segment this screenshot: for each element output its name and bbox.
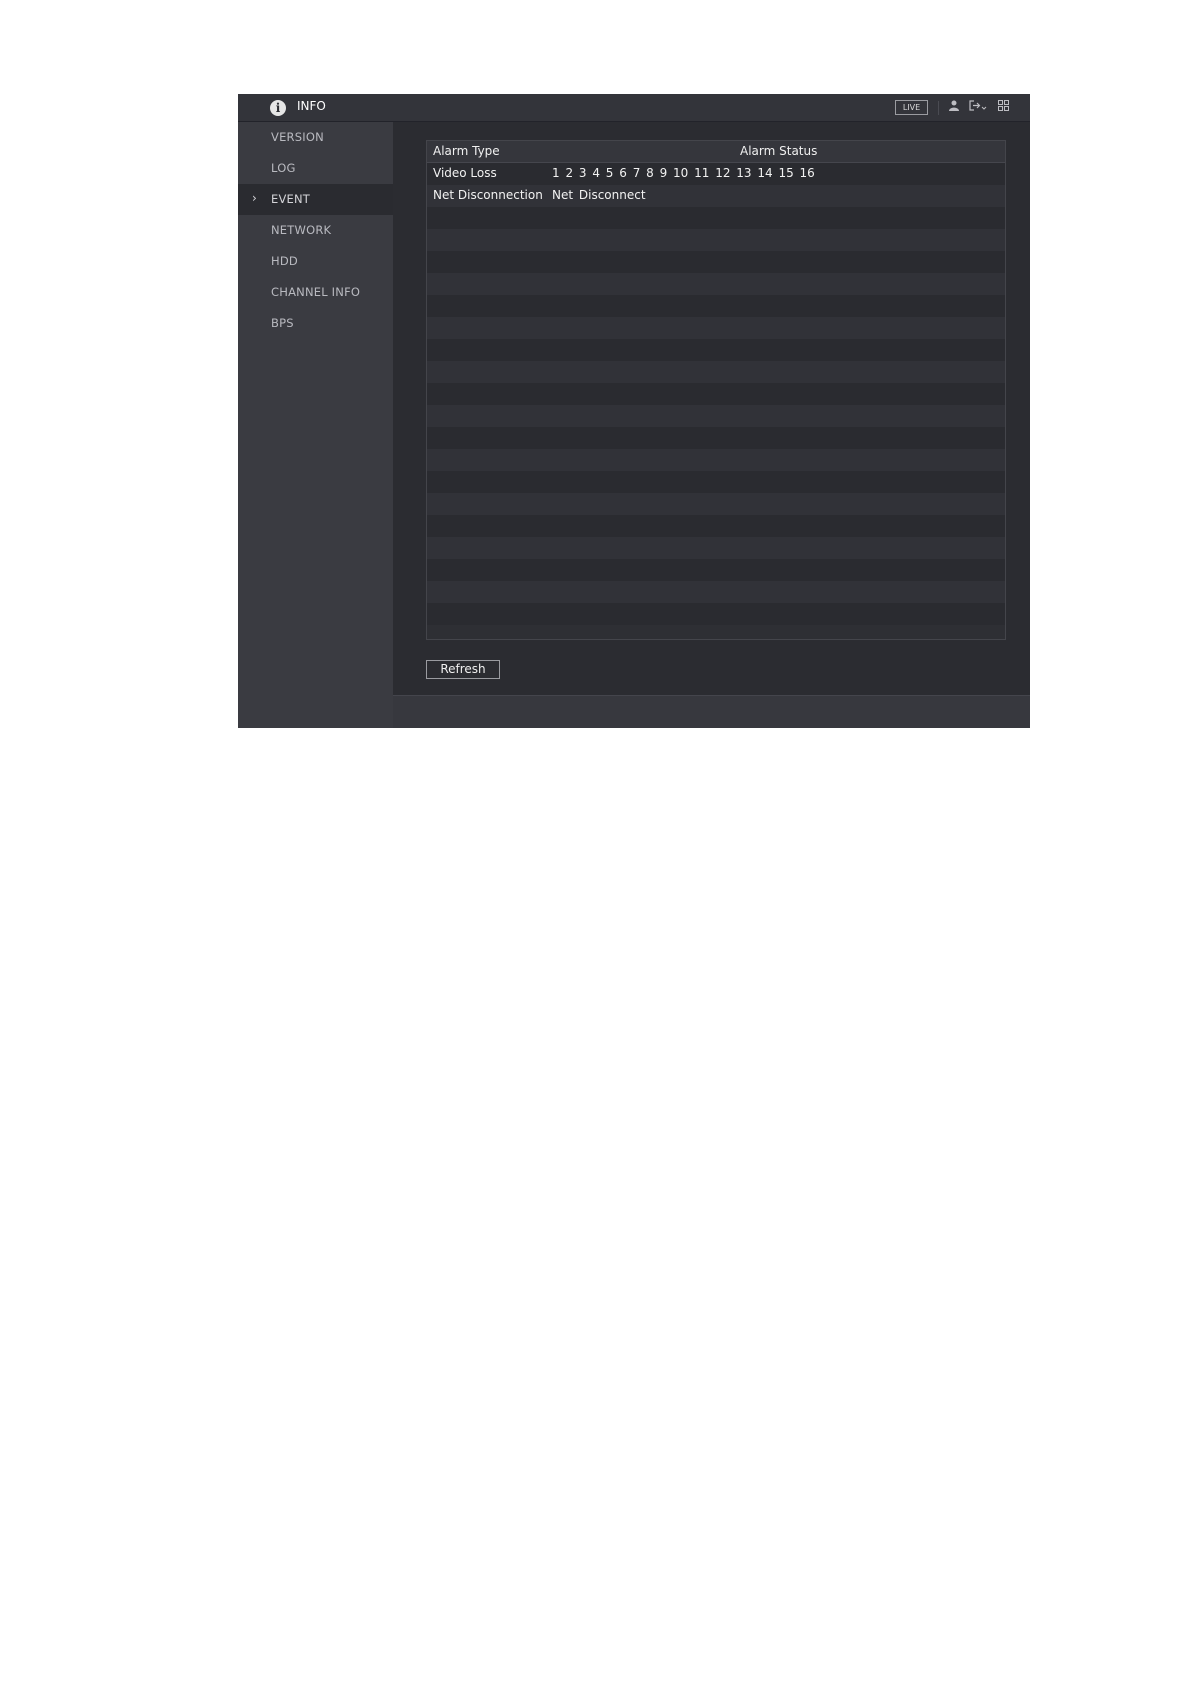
event-table: Alarm Type Alarm Status Video Loss 1 2 3… (426, 140, 1006, 640)
sidebar-item-label: VERSION (271, 130, 324, 144)
table-row-empty (427, 493, 1005, 515)
column-header-alarm-type: Alarm Type (433, 144, 500, 158)
table-row: Net Disconnection Net Disconnect (427, 185, 1005, 207)
sidebar-item-label: HDD (271, 254, 298, 268)
table-row-empty (427, 317, 1005, 339)
table-row-empty (427, 603, 1005, 625)
sidebar: VERSION LOG › EVENT NETWORK HDD CHANNEL … (238, 122, 393, 728)
alarm-type-cell: Video Loss (433, 166, 497, 180)
title-bar: i INFO LIVE (238, 94, 1030, 122)
column-header-alarm-status: Alarm Status (740, 144, 818, 158)
sidebar-item-label: BPS (271, 316, 294, 330)
window-title: INFO (297, 99, 326, 113)
table-row-empty (427, 251, 1005, 273)
logout-icon[interactable] (969, 100, 987, 115)
sidebar-item-version[interactable]: VERSION (238, 122, 393, 153)
table-row-empty (427, 537, 1005, 559)
table-row-empty (427, 405, 1005, 427)
table-row-empty (427, 449, 1005, 471)
table-row-empty (427, 427, 1005, 449)
event-panel: Alarm Type Alarm Status Video Loss 1 2 3… (393, 122, 1030, 692)
table-row-empty (427, 581, 1005, 603)
sidebar-item-label: CHANNEL INFO (271, 285, 361, 299)
user-icon[interactable] (949, 100, 959, 115)
table-row-empty (427, 207, 1005, 229)
sidebar-item-label: NETWORK (271, 223, 332, 237)
sidebar-item-network[interactable]: NETWORK (238, 215, 393, 246)
table-row-empty (427, 559, 1005, 581)
alarm-type-cell: Net Disconnection (433, 188, 543, 202)
sidebar-item-hdd[interactable]: HDD (238, 246, 393, 277)
refresh-button[interactable]: Refresh (426, 660, 500, 679)
sidebar-item-event[interactable]: › EVENT (238, 184, 393, 215)
sidebar-item-label: LOG (271, 161, 296, 175)
table-row-empty (427, 273, 1005, 295)
table-header: Alarm Type Alarm Status (427, 141, 1005, 163)
alarm-status-cell: Net Disconnect (552, 188, 646, 202)
table-row-empty (427, 339, 1005, 361)
sidebar-item-channel-info[interactable]: CHANNEL INFO (238, 277, 393, 308)
table-row-empty (427, 383, 1005, 405)
toolbar-divider (938, 101, 939, 115)
sidebar-item-label: EVENT (271, 192, 311, 206)
table-row: Video Loss 1 2 3 4 5 6 7 8 9 10 11 12 13… (427, 163, 1005, 185)
live-button[interactable]: LIVE (895, 100, 928, 115)
table-row-empty (427, 471, 1005, 493)
table-row-empty (427, 295, 1005, 317)
sidebar-item-bps[interactable]: BPS (238, 308, 393, 339)
menu-icon[interactable] (998, 100, 1009, 115)
alarm-status-cell: 1 2 3 4 5 6 7 8 9 10 11 12 13 14 15 16 (552, 166, 815, 180)
info-window: i INFO LIVE VERSION LOG › EVENT NETWORK … (238, 94, 1030, 728)
sidebar-item-log[interactable]: LOG (238, 153, 393, 184)
table-row-empty (427, 515, 1005, 537)
chevron-right-icon: › (252, 191, 257, 205)
table-row-empty (427, 361, 1005, 383)
table-row-empty (427, 229, 1005, 251)
info-icon: i (270, 100, 286, 116)
status-bar (393, 695, 1030, 728)
